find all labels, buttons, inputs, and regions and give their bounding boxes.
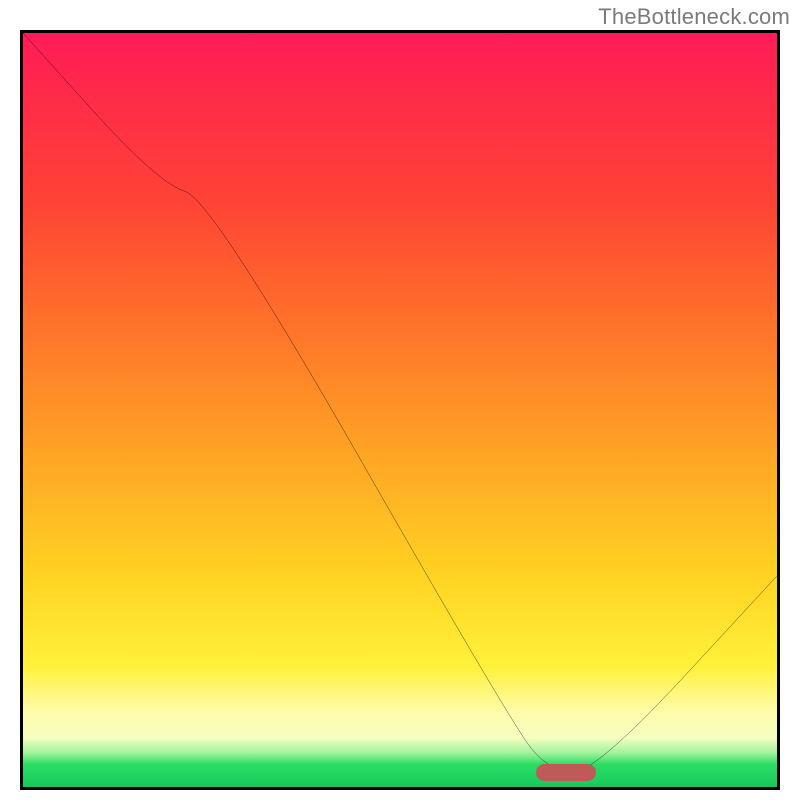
plot-area — [20, 30, 780, 790]
bottleneck-curve — [23, 33, 777, 787]
chart-frame: TheBottleneck.com — [0, 0, 800, 800]
attribution-label: TheBottleneck.com — [598, 4, 790, 30]
optimal-marker — [536, 764, 596, 781]
